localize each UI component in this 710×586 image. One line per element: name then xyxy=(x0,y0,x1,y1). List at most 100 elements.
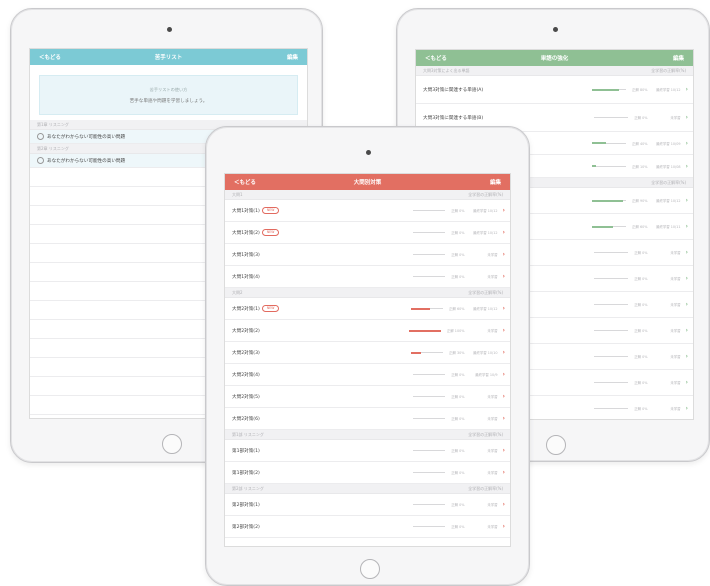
table-row[interactable]: 第1部対策(2) 正解 0% 未学習 › xyxy=(225,462,510,484)
chevron-right-icon: › xyxy=(685,379,688,386)
nav-bar: ＜もどる 単語の強化 編集 xyxy=(416,50,693,66)
chevron-right-icon: › xyxy=(685,353,688,360)
progress-bar xyxy=(413,374,446,375)
chevron-right-icon: › xyxy=(502,305,505,312)
row-label: 大問2対策(6) xyxy=(232,416,260,422)
home-button[interactable] xyxy=(162,434,182,454)
table-row[interactable]: 大問1対策(4) 正解 0% 未学習 › xyxy=(225,266,510,288)
accuracy-text: 正解 0% xyxy=(451,231,465,235)
last-study-text: 未学習 xyxy=(487,525,498,529)
edit-button[interactable]: 編集 xyxy=(650,54,684,62)
last-study-text: 未学習 xyxy=(487,417,498,421)
progress-bar xyxy=(592,165,627,167)
accuracy-text: 正解 0% xyxy=(634,381,648,385)
row-label: 大問1対策(3) xyxy=(232,252,260,258)
table-row[interactable]: 大問2対策(1) NEW 正解 60% 最終学習 10/12 › xyxy=(225,298,510,320)
chevron-right-icon: › xyxy=(502,469,505,476)
table-row[interactable]: 大問3対策に関連する単語(A) 正解 80% 最終学習 10/12 › xyxy=(416,76,693,104)
progress-fill xyxy=(408,329,441,332)
chevron-right-icon: › xyxy=(685,223,688,230)
table-row[interactable]: 大問1対策(3) 正解 0% 未学習 › xyxy=(225,244,510,266)
table-row[interactable]: 大問1対策(1) NEW 正解 0% 最終学習 10/12 › xyxy=(225,200,510,222)
chevron-right-icon: › xyxy=(685,114,688,121)
edit-button[interactable]: 編集 xyxy=(264,53,298,61)
progress-bar xyxy=(413,232,446,233)
new-badge: NEW xyxy=(261,229,280,236)
last-study-text: 未学習 xyxy=(670,303,681,307)
progress-fill xyxy=(592,225,613,228)
screen-front: ＜もどる 大問別対策 編集 大問1 全学習の正解率(%) 大問1対策(1) NEW 正解… xyxy=(224,173,511,547)
back-button[interactable]: ＜もどる xyxy=(234,178,268,186)
last-study-text: 未学習 xyxy=(670,355,681,359)
last-study-text: 未学習 xyxy=(487,395,498,399)
progress-bar xyxy=(413,254,446,255)
accuracy-text: 正解 0% xyxy=(634,329,648,333)
edit-button[interactable]: 編集 xyxy=(467,178,501,186)
last-study-text: 最終学習 10/12 xyxy=(656,199,681,203)
progress-bar xyxy=(413,504,446,505)
nav-bar: ＜もどる 大問別対策 編集 xyxy=(225,174,510,190)
section-header: 大問3対策によく出る単語 全学習の正解率(%) xyxy=(416,66,693,76)
chevron-right-icon: › xyxy=(502,273,505,280)
table-row[interactable]: 大問2対策(2) 正解 100% 未学習 › xyxy=(225,320,510,342)
table-row[interactable]: 第2部対策(1) 正解 0% 未学習 › xyxy=(225,494,510,516)
row-label: 大問2対策(1) NEW xyxy=(232,305,411,312)
last-study-text: 未学習 xyxy=(670,116,681,120)
table-row[interactable]: 第2部対策(2) 正解 0% 未学習 › xyxy=(225,516,510,538)
accuracy-text: 正解 0% xyxy=(634,251,648,255)
table-row[interactable]: 大問2対策(4) 正解 0% 最終学習 10/9 › xyxy=(225,364,510,386)
chevron-right-icon: › xyxy=(502,251,505,258)
progress-bar xyxy=(592,142,627,144)
notice-line-1: 苦手リストの使い方 xyxy=(149,86,188,92)
progress-bar xyxy=(413,472,446,473)
last-study-text: 未学習 xyxy=(670,329,681,333)
home-button[interactable] xyxy=(546,435,566,455)
accuracy-text: 正解 60% xyxy=(449,307,465,311)
accuracy-text: 正解 0% xyxy=(451,395,465,399)
row-label: 大問1対策(2) NEW xyxy=(232,229,413,236)
row-label: 第1部対策(2) xyxy=(232,470,260,476)
back-button[interactable]: ＜もどる xyxy=(425,54,459,62)
section-header: 大問2 全学習の正解率(%) xyxy=(225,288,510,298)
table-row[interactable]: 第1部対策(1) 正解 0% 未学習 › xyxy=(225,440,510,462)
accuracy-text: 正解 0% xyxy=(451,253,465,257)
home-button[interactable] xyxy=(360,559,380,579)
progress-fill xyxy=(592,199,623,202)
notice-line-2: 苦手な単語や問題を学習しましょう。 xyxy=(129,98,208,104)
chevron-right-icon: › xyxy=(685,275,688,282)
chevron-right-icon: › xyxy=(502,415,505,422)
progress-bar xyxy=(592,199,627,202)
section-header: 第2部 リスニング 全学習の正解率(%) xyxy=(225,484,510,494)
chevron-right-icon: › xyxy=(685,162,688,170)
camera xyxy=(553,27,558,32)
table-row[interactable]: 大問2対策(6) 正解 0% 未学習 › xyxy=(225,408,510,430)
accuracy-text: 正解 0% xyxy=(634,116,648,120)
chevron-right-icon: › xyxy=(502,327,505,334)
row-label: 大問2対策(4) xyxy=(232,372,260,378)
progress-bar xyxy=(413,418,446,419)
section-header: 大問1 全学習の正解率(%) xyxy=(225,190,510,200)
accuracy-text: 正解 40% xyxy=(632,141,648,146)
nav-title: 単語の強化 xyxy=(540,56,569,62)
back-button[interactable]: ＜もどる xyxy=(39,53,73,61)
last-study-text: 最終学習 10/12 xyxy=(473,307,498,311)
chevron-right-icon: › xyxy=(685,301,688,308)
progress-fill xyxy=(592,88,620,91)
last-study-text: 未学習 xyxy=(487,329,498,333)
accuracy-text: 正解 0% xyxy=(451,417,465,421)
progress-bar xyxy=(594,382,629,383)
progress-bar xyxy=(594,408,629,409)
row-label: 大問1対策(4) xyxy=(232,274,260,280)
row-label: 大問2対策(3) xyxy=(232,350,260,356)
table-row[interactable]: 大問2対策(3) 正解 30% 最終学習 10/10 › xyxy=(225,342,510,364)
progress-fill xyxy=(592,165,596,167)
chevron-right-icon: › xyxy=(685,139,688,147)
chevron-right-icon: › xyxy=(502,447,505,454)
table-row[interactable]: 大問1対策(2) NEW 正解 0% 最終学習 10/12 › xyxy=(225,222,510,244)
progress-bar xyxy=(413,210,446,211)
chevron-right-icon: › xyxy=(685,405,688,412)
progress-bar xyxy=(594,330,629,331)
info-icon xyxy=(37,157,44,164)
table-row[interactable]: 大問2対策(5) 正解 0% 未学習 › xyxy=(225,386,510,408)
accuracy-text: 正解 10% xyxy=(632,164,648,169)
